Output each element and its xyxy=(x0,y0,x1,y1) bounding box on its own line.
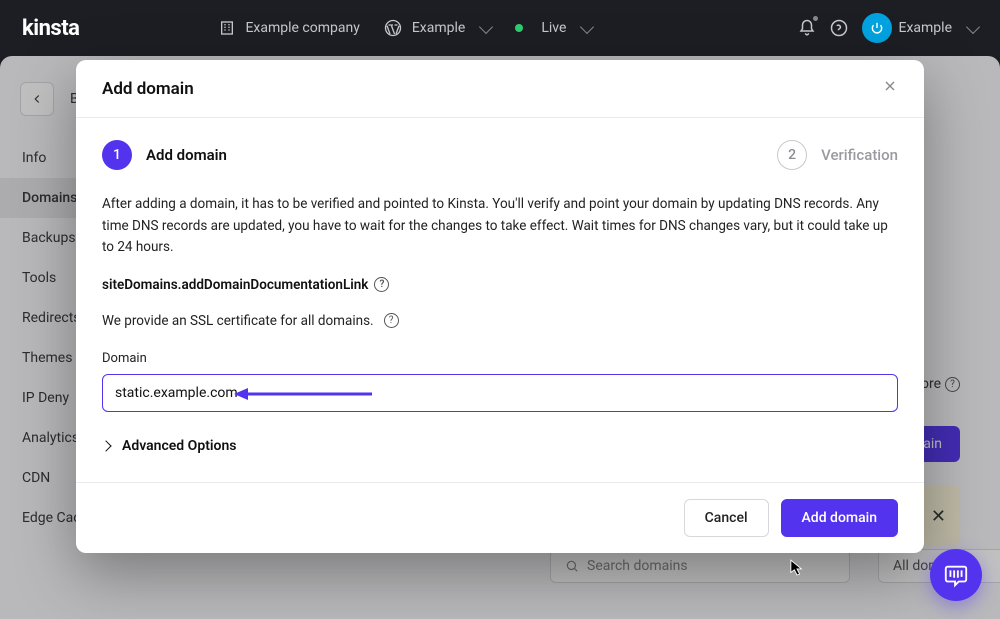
wordpress-icon xyxy=(384,19,402,37)
site-selector[interactable]: Example xyxy=(384,19,491,37)
chat-icon xyxy=(943,562,969,588)
step-1: 1 Add domain xyxy=(102,140,227,170)
cursor-icon xyxy=(790,559,804,577)
help-icon: ? xyxy=(374,277,389,292)
stepper: 1 Add domain 2 Verification xyxy=(102,140,898,170)
env-selector[interactable]: Live xyxy=(515,20,592,36)
cancel-button-label: Cancel xyxy=(705,510,748,526)
site-name: Example xyxy=(412,20,465,36)
help-icon xyxy=(830,19,848,37)
logo-text: kinsta xyxy=(22,16,79,41)
user-menu[interactable]: Example xyxy=(899,20,978,36)
modal-description: After adding a domain, it has to be veri… xyxy=(102,194,898,259)
close-button[interactable] xyxy=(882,78,898,99)
add-domain-modal: Add domain 1 Add domain 2 Verification A… xyxy=(76,60,924,553)
submit-button[interactable]: Add domain xyxy=(781,499,898,537)
modal-body: 1 Add domain 2 Verification After adding… xyxy=(76,118,924,462)
building-icon xyxy=(219,20,235,36)
chevron-down-icon xyxy=(580,19,594,33)
submit-button-label: Add domain xyxy=(802,510,877,526)
domain-input[interactable] xyxy=(102,374,898,412)
step-2-number: 2 xyxy=(777,140,807,170)
step-2-label: Verification xyxy=(821,146,898,164)
chevron-down-icon xyxy=(966,19,980,33)
notifications-button[interactable] xyxy=(791,12,823,44)
cancel-button[interactable]: Cancel xyxy=(684,499,769,537)
user-name: Example xyxy=(899,20,952,36)
kinsta-logo[interactable]: kinsta xyxy=(22,16,79,41)
chevron-right-icon xyxy=(100,440,111,451)
power-button[interactable] xyxy=(861,12,893,44)
chat-launcher[interactable] xyxy=(930,549,982,601)
power-icon xyxy=(870,21,884,35)
step-1-number: 1 xyxy=(102,140,132,170)
ssl-notice-text: We provide an SSL certificate for all do… xyxy=(102,313,374,329)
env-label: Live xyxy=(541,20,566,36)
bell-icon xyxy=(798,19,816,37)
company-name: Example company xyxy=(245,20,359,36)
advanced-options-toggle[interactable]: Advanced Options xyxy=(102,438,898,454)
step-1-label: Add domain xyxy=(146,146,227,164)
topbar: kinsta Example company Example Live Exam… xyxy=(0,0,1000,56)
ssl-notice: We provide an SSL certificate for all do… xyxy=(102,313,898,329)
chevron-down-icon xyxy=(479,19,493,33)
documentation-link[interactable]: siteDomains.addDomainDocumentationLink ? xyxy=(102,277,898,293)
help-button[interactable] xyxy=(823,12,855,44)
domain-input-wrap xyxy=(102,374,898,412)
documentation-link-text: siteDomains.addDomainDocumentationLink xyxy=(102,277,368,293)
modal-title: Add domain xyxy=(102,79,194,99)
modal-overlay[interactable]: Add domain 1 Add domain 2 Verification A… xyxy=(0,56,1000,619)
status-dot-icon xyxy=(515,24,523,32)
domain-field-label: Domain xyxy=(102,351,898,366)
step-2: 2 Verification xyxy=(777,140,898,170)
close-icon xyxy=(882,78,898,94)
modal-header: Add domain xyxy=(76,60,924,118)
advanced-options-label: Advanced Options xyxy=(122,438,236,454)
company-selector[interactable]: Example company xyxy=(219,20,359,36)
modal-footer: Cancel Add domain xyxy=(76,482,924,553)
help-icon[interactable]: ? xyxy=(384,313,399,328)
